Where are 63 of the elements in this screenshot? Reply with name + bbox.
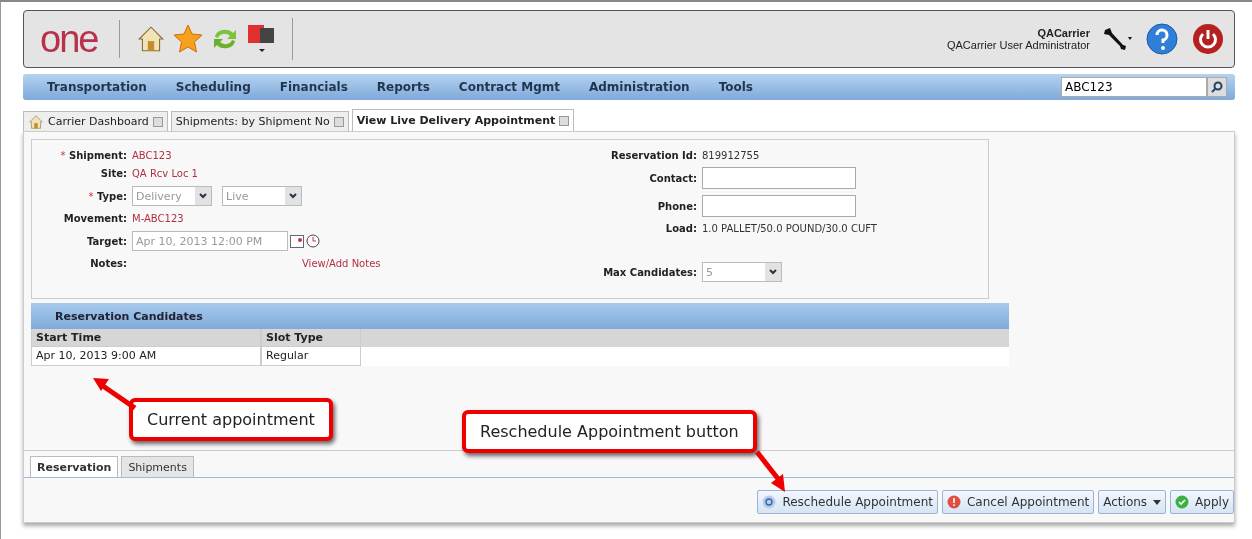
field-label: Contact: [648, 172, 698, 184]
section-tab[interactable]: Shipments [121, 456, 194, 477]
chevron-down-icon [289, 193, 297, 199]
menu-item[interactable]: Reports [376, 80, 430, 94]
action-button[interactable]: Cancel Appointment [942, 490, 1095, 514]
app-logo: one [40, 20, 121, 58]
section-tab[interactable]: Reservation [30, 456, 119, 477]
menu-item[interactable]: Financials [279, 80, 348, 94]
check-icon [1175, 495, 1190, 509]
field-label: * Type: [87, 190, 128, 202]
menu-item[interactable]: Scheduling [175, 80, 251, 94]
notes-link[interactable]: View/Add Notes [302, 258, 592, 269]
action-button[interactable]: Actions [1098, 490, 1167, 514]
table-cell: Apr 10, 2013 9:00 AM [31, 347, 261, 366]
field-value: 1.0 PALLET/50.0 POUND/30.0 CUFT [702, 223, 878, 234]
menu-item[interactable]: Tools [718, 80, 753, 94]
field-label: Phone: [656, 200, 698, 212]
field-value: QA Rcv Loc 1 [132, 168, 199, 179]
callout: Reschedule Appointment button [462, 410, 757, 453]
field-label: Load: [664, 223, 698, 234]
action-button[interactable]: Apply [1170, 490, 1234, 514]
field-label: Notes: [89, 258, 128, 269]
help-icon[interactable] [1146, 23, 1178, 55]
grid-title: Reservation Candidates [31, 303, 1009, 329]
field-label: Reservation Id: [610, 150, 698, 161]
page-tab[interactable]: Shipments: by Shipment No [170, 111, 349, 131]
action-button[interactable]: Reschedule Appointment [757, 490, 938, 514]
menu-item[interactable]: Transportation [47, 80, 147, 94]
user-name: QACarrier [1036, 27, 1090, 39]
field-label: * Shipment: [59, 150, 128, 161]
user-role: QACarrier User Administrator [946, 39, 1090, 51]
page-tab[interactable]: View Live Delivery Appointment [351, 109, 575, 131]
search-icon [1211, 81, 1223, 93]
field-label: Movement: [62, 213, 128, 224]
input-field[interactable] [702, 195, 856, 217]
required-mark: * [60, 150, 66, 161]
page-tab[interactable]: Carrier Dashboard [23, 111, 168, 131]
alert-icon [947, 495, 961, 509]
power-icon[interactable] [1192, 23, 1224, 55]
clock-icon[interactable] [306, 234, 320, 248]
input-field[interactable] [702, 167, 856, 189]
field-value: M-ABC123 [132, 213, 185, 224]
field-label: Max Candidates: [602, 266, 698, 278]
wrench-icon[interactable] [1102, 26, 1132, 52]
menu-item[interactable]: Administration [589, 80, 690, 94]
house-icon [136, 24, 167, 54]
chevron-down-icon [769, 269, 777, 275]
caret-icon [1153, 499, 1162, 505]
field-value: 819912755 [702, 150, 761, 161]
house-icon [28, 113, 44, 130]
field-label: Target: [86, 235, 128, 247]
chevron-down-icon [199, 193, 207, 199]
search-field[interactable]: ABC123 [1061, 77, 1207, 97]
required-mark: * [88, 190, 94, 202]
star-icon[interactable] [172, 23, 205, 55]
callout-arrow [91, 376, 137, 410]
callout: Current appointment [129, 398, 333, 441]
calendar-icon[interactable] [290, 234, 304, 248]
field-value: ABC123 [132, 150, 173, 161]
menu-item[interactable]: Contract Mgmt [458, 80, 560, 94]
table-cell: Regular [261, 347, 361, 366]
field-label: Site: [99, 168, 128, 179]
search-button[interactable] [1207, 77, 1227, 97]
